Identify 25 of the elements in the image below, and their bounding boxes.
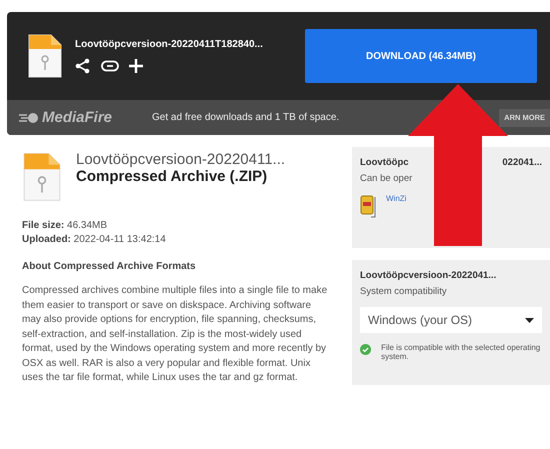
- zip-file-icon: [27, 32, 63, 80]
- file-name: Loovtööpcversioon-20220411T182840...: [75, 38, 263, 50]
- card-subtitle: System compatibility: [360, 286, 448, 297]
- card-title: Loovtööpcversioon-2022041...: [360, 270, 496, 281]
- caret-icon: [525, 318, 534, 322]
- share-icon[interactable]: [75, 58, 91, 74]
- zip-file-icon: [22, 151, 62, 203]
- app-link[interactable]: WinZi: [386, 194, 406, 203]
- plus-icon[interactable]: [129, 58, 143, 72]
- file-size: File size: 46.34MB: [22, 219, 108, 233]
- compatibility-message: File is compatible with the selected operating system.: [381, 343, 542, 361]
- section-text: Compressed archives combine multiple files into a single file to make them easier to transport or save on diskspace. Archiving software may also provide options for encryption, file spanning, checksums, self-extraction, and self-installation. Zip is the most-widely used format, used by the Windows operating system and more recently by OSX as well. RAR is also a very popular and flexible format. Unix uses the tar file format, while Linux uses the tar and gz format.: [22, 284, 328, 385]
- mediafire-logo: MediaFire: [19, 109, 112, 126]
- card-subtitle: Can be oper: [360, 173, 414, 184]
- section-title: About Compressed Archive Formats: [22, 261, 197, 272]
- os-dropdown[interactable]: Windows (your OS): [360, 307, 542, 333]
- card-title: Loovtööpc: [360, 157, 409, 168]
- upload-date: Uploaded: 2022-04-11 13:42:14: [22, 233, 167, 247]
- archive-app-icon: [360, 194, 378, 220]
- card-title: 022041...: [502, 157, 542, 168]
- link-icon[interactable]: [101, 60, 119, 72]
- file-type: Compressed Archive (.ZIP): [76, 168, 268, 185]
- file-name: Loovtööpcversioon-20220411...: [76, 151, 286, 168]
- download-button[interactable]: DOWNLOAD (46.34MB): [305, 29, 537, 83]
- promo-message: Get ad free downloads and 1 TB of space.: [152, 112, 340, 123]
